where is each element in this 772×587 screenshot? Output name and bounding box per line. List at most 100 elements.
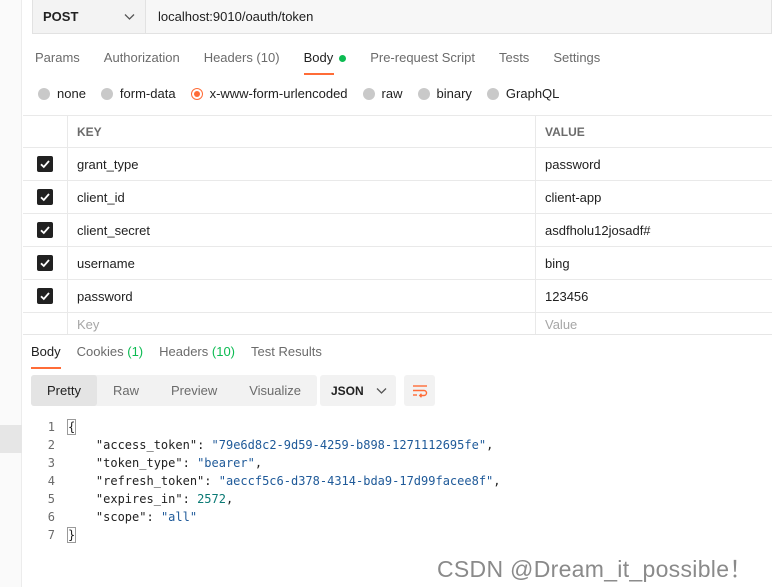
format-label: JSON [331, 383, 364, 398]
tab-params[interactable]: Params [35, 43, 80, 73]
json-key: "access_token" [95, 438, 198, 452]
method-select[interactable]: POST [32, 0, 146, 34]
chevron-down-icon [124, 14, 135, 20]
tab-label: Body [31, 344, 61, 359]
response-tabs: Body Cookies (1) Headers (10) Test Resul… [31, 343, 338, 369]
radio-form-data[interactable]: form-data [100, 86, 176, 101]
view-visualize-button[interactable]: Visualize [233, 375, 317, 406]
param-key[interactable]: username [68, 247, 536, 279]
tab-pre-request-script[interactable]: Pre-request Script [370, 43, 475, 73]
line-number: 4 [47, 474, 55, 488]
left-sidebar-strip [0, 0, 22, 587]
radio-x-www-form-urlencoded[interactable]: x-www-form-urlencoded [190, 86, 348, 101]
tab-tests[interactable]: Tests [499, 43, 529, 73]
chevron-down-icon [376, 388, 387, 394]
line-number: 2 [47, 438, 55, 452]
response-tab-test-results[interactable]: Test Results [251, 343, 322, 369]
param-key[interactable]: grant_type [68, 148, 536, 180]
json-key: "scope" [95, 510, 147, 524]
row-checkbox[interactable] [37, 222, 53, 238]
param-key[interactable]: client_secret [68, 214, 536, 246]
row-check-cell [23, 181, 68, 213]
line-number: 3 [47, 456, 55, 470]
row-checkbox[interactable] [37, 189, 53, 205]
sidebar-selected-marker [0, 425, 22, 453]
radio-label: form-data [119, 86, 176, 101]
tab-settings[interactable]: Settings [553, 43, 600, 73]
new-key-input[interactable]: Key [68, 313, 536, 335]
param-value[interactable]: 123456 [536, 280, 772, 312]
radio-none[interactable]: none [38, 86, 86, 101]
table-row: grant_type password [23, 148, 772, 181]
param-key[interactable]: client_id [68, 181, 536, 213]
tab-label: Body [303, 50, 334, 65]
tab-label: Tests [498, 50, 530, 65]
key-column-header: KEY [68, 116, 536, 147]
code-text: "expires_in": 2572, [95, 492, 234, 506]
view-raw-button[interactable]: Raw [97, 375, 155, 406]
param-value[interactable]: password [536, 148, 772, 180]
response-tab-body[interactable]: Body [31, 343, 61, 369]
response-tab-cookies[interactable]: Cookies (1) [77, 343, 143, 369]
table-row: username bing [23, 247, 772, 280]
code-line: 6 "scope": "all" [23, 508, 772, 526]
row-check-cell [23, 247, 68, 279]
tab-label: Pre-request Script [370, 50, 475, 65]
radio-label: none [57, 86, 86, 101]
radio-circle [417, 87, 430, 100]
json-number-value: 2572 [197, 492, 226, 506]
radio-graphql[interactable]: GraphQL [486, 86, 559, 101]
checkmark-icon [40, 259, 50, 268]
body-params-table: KEY VALUE grant_type password client_id … [23, 115, 772, 335]
row-checkbox[interactable] [37, 255, 53, 271]
line-number: 7 [47, 528, 55, 542]
param-value[interactable]: bing [536, 247, 772, 279]
tab-label: Cookies [76, 344, 124, 359]
code-text: "token_type": "bearer", [95, 456, 263, 470]
open-brace: { [67, 419, 77, 435]
json-string-value: "all" [160, 510, 198, 524]
url-input[interactable]: localhost:9010/oauth/token [146, 0, 772, 34]
param-value[interactable]: client-app [536, 181, 772, 213]
tab-authorization[interactable]: Authorization [104, 43, 180, 73]
tab-headers[interactable]: Headers (10) [204, 43, 280, 73]
row-checkbox[interactable] [37, 288, 53, 304]
code-line: 7 } [23, 526, 772, 544]
code-line: 1 { [23, 418, 772, 436]
wrap-lines-button[interactable] [404, 375, 435, 406]
row-checkbox[interactable] [37, 156, 53, 172]
json-key: "token_type" [95, 456, 183, 470]
checkmark-icon [40, 160, 50, 169]
body-indicator-dot [339, 54, 347, 62]
radio-raw[interactable]: raw [362, 86, 403, 101]
checkmark-icon [40, 193, 50, 202]
watermark: CSDN @Dream_it_possible！ [437, 556, 753, 582]
format-select[interactable]: JSON [320, 375, 396, 406]
view-pretty-button[interactable]: Pretty [31, 375, 97, 406]
tab-label: Headers (10) [203, 50, 280, 65]
new-value-input[interactable]: Value [536, 313, 772, 335]
param-value[interactable]: asdfholu12josadf# [536, 214, 772, 246]
response-tab-headers[interactable]: Headers (10) [159, 343, 235, 369]
json-string-value: "aeccf5c6-d378-4314-bda9-17d99facee8f" [218, 474, 494, 488]
json-key: "expires_in" [95, 492, 183, 506]
close-brace: } [67, 527, 77, 543]
tab-body[interactable]: Body [303, 43, 347, 75]
method-label: POST [43, 9, 79, 24]
json-string-value: "79e6d8c2-9d59-4259-b898-1271112695fe" [211, 438, 487, 452]
radio-binary[interactable]: binary [417, 86, 472, 101]
response-body-code[interactable]: 1 { 2 "access_token": "79e6d8c2-9d59-425… [23, 418, 772, 544]
tab-label: Params [35, 50, 80, 65]
param-key[interactable]: password [68, 280, 536, 312]
table-row: client_secret asdfholu12josadf# [23, 214, 772, 247]
view-preview-button[interactable]: Preview [155, 375, 233, 406]
tab-label: Headers [159, 344, 209, 359]
radio-label: x-www-form-urlencoded [209, 86, 348, 101]
code-text: { [67, 418, 77, 436]
checkmark-icon [40, 292, 50, 301]
radio-circle [38, 87, 50, 100]
body-type-options: none form-data x-www-form-urlencoded raw… [38, 86, 574, 101]
header-check-cell [23, 116, 68, 147]
radio-circle [100, 87, 113, 100]
request-tabs: Params Authorization Headers (10) Body P… [35, 43, 624, 75]
